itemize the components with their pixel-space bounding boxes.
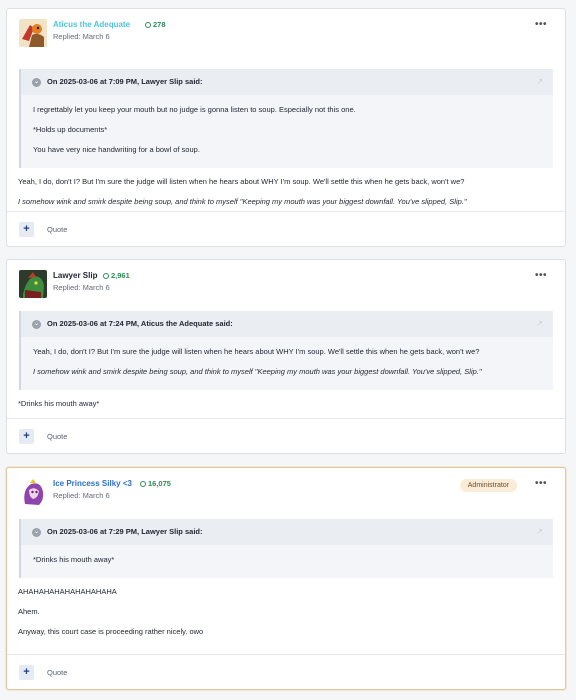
avatar[interactable]: [19, 478, 47, 506]
avatar[interactable]: [19, 19, 47, 47]
quote-block: ⌄ On 2025-03-06 at 7:29 PM, Lawyer Slip …: [19, 519, 553, 578]
post-line: Ahem.: [18, 607, 40, 616]
post-body: AHAHAHAHAHAHAHAHAHA Ahem. Anyway, this c…: [7, 586, 565, 637]
quote-header[interactable]: ⌄ On 2025-03-06 at 7:29 PM, Lawyer Slip …: [21, 519, 553, 545]
quote-citation: On 2025-03-06 at 7:09 PM, Lawyer Slip sa…: [47, 77, 203, 86]
quote-line: Yeah, I do, don't I? But I'm sure the ju…: [33, 347, 480, 356]
quote-line: *Holds up documents*: [33, 125, 108, 134]
reputation: 16,075: [140, 479, 171, 488]
author-name[interactable]: Aticus the Adequate: [53, 20, 130, 29]
post-footer: + Quote: [7, 211, 565, 246]
post-line: Yeah, I do, don't I? But I'm sure the ju…: [18, 177, 465, 186]
reputation-icon: [145, 21, 151, 28]
post-footer: + Quote: [7, 654, 565, 689]
post-header: Ice Princess Silky <3 16,075 Replied: Ma…: [7, 468, 565, 516]
quote-body: *Drinks his mouth away*: [21, 545, 553, 578]
quote-citation: On 2025-03-06 at 7:24 PM, Aticus the Ade…: [47, 319, 233, 328]
chevron-down-icon[interactable]: ⌄: [32, 528, 41, 537]
quote-header[interactable]: ⌄ On 2025-03-06 at 7:09 PM, Lawyer Slip …: [21, 69, 553, 95]
reputation-icon: [140, 480, 146, 487]
reputation-count: 278: [153, 20, 166, 29]
reputation: 2,961: [103, 271, 130, 280]
post: Lawyer Slip 2,961 Replied: March 6 ••• ⌄…: [6, 259, 566, 454]
reputation: 278: [145, 20, 166, 29]
quote-button[interactable]: Quote: [47, 432, 67, 441]
quote-line: *Drinks his mouth away*: [33, 555, 115, 564]
post-footer: + Quote: [7, 418, 565, 453]
reputation-count: 2,961: [111, 271, 130, 280]
more-options-button[interactable]: •••: [535, 270, 547, 281]
chevron-down-icon[interactable]: ⌄: [32, 78, 41, 87]
share-icon[interactable]: ↗: [536, 311, 543, 337]
more-options-button[interactable]: •••: [535, 478, 547, 489]
administrator-badge: Administrator: [459, 479, 517, 492]
post-line: AHAHAHAHAHAHAHAHAHA: [18, 587, 117, 596]
post-header: Aticus the Adequate 278 Replied: March 6…: [7, 9, 565, 57]
post-line: Anyway, this court case is proceeding ra…: [18, 627, 204, 636]
plus-icon[interactable]: +: [19, 665, 34, 680]
post-body: Yeah, I do, don't I? But I'm sure the ju…: [7, 176, 565, 207]
post-body: *Drinks his mouth away*: [7, 398, 565, 409]
quote-header[interactable]: ⌄ On 2025-03-06 at 7:24 PM, Aticus the A…: [21, 311, 553, 337]
post-line: *Drinks his mouth away*: [18, 399, 100, 408]
replied-date: Replied: March 6: [53, 491, 110, 500]
share-icon[interactable]: ↗: [536, 69, 543, 95]
quote-citation: On 2025-03-06 at 7:29 PM, Lawyer Slip sa…: [47, 527, 203, 536]
author-name[interactable]: Lawyer Slip: [53, 271, 97, 280]
post-line: I somehow wink and smirk despite being s…: [18, 197, 467, 206]
replied-date: Replied: March 6: [53, 283, 110, 292]
quote-block: ⌄ On 2025-03-06 at 7:09 PM, Lawyer Slip …: [19, 69, 553, 168]
post-header: Lawyer Slip 2,961 Replied: March 6 •••: [7, 260, 565, 308]
quote-line: I regrettably let you keep your mouth bu…: [33, 105, 356, 114]
avatar[interactable]: [19, 270, 47, 298]
chevron-down-icon[interactable]: ⌄: [32, 320, 41, 329]
quote-line: You have very nice handwriting for a bow…: [33, 145, 200, 154]
replied-date: Replied: March 6: [53, 32, 110, 41]
plus-icon[interactable]: +: [19, 222, 34, 237]
reputation-count: 16,075: [148, 479, 171, 488]
quote-body: Yeah, I do, don't I? But I'm sure the ju…: [21, 337, 553, 390]
quote-button[interactable]: Quote: [47, 668, 67, 677]
share-icon[interactable]: ↗: [536, 519, 543, 545]
plus-icon[interactable]: +: [19, 429, 34, 444]
reputation-icon: [103, 272, 109, 279]
post: Aticus the Adequate 278 Replied: March 6…: [6, 8, 566, 247]
quote-line: I somehow wink and smirk despite being s…: [33, 367, 482, 376]
quote-block: ⌄ On 2025-03-06 at 7:24 PM, Aticus the A…: [19, 311, 553, 390]
more-options-button[interactable]: •••: [535, 19, 547, 30]
quote-body: I regrettably let you keep your mouth bu…: [21, 95, 553, 168]
post: Ice Princess Silky <3 16,075 Replied: Ma…: [6, 467, 566, 690]
quote-button[interactable]: Quote: [47, 225, 67, 234]
author-name[interactable]: Ice Princess Silky <3: [53, 479, 132, 488]
